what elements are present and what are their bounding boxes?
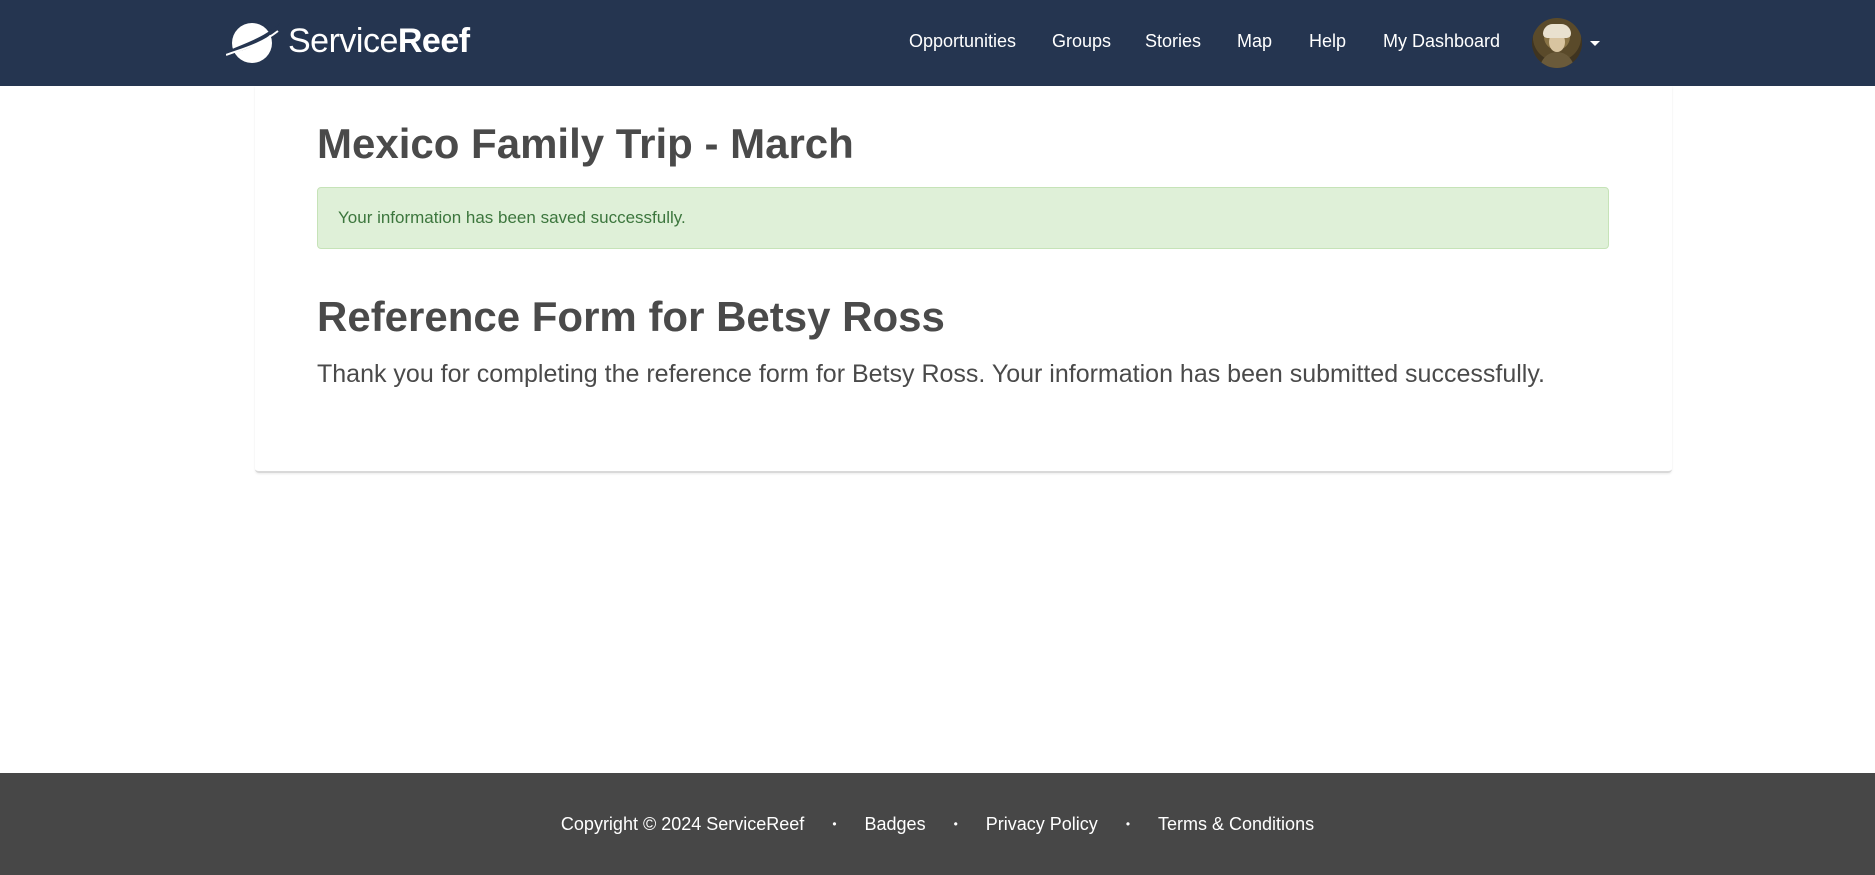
nav-opportunities[interactable]: Opportunities: [909, 31, 1016, 52]
footer-link-terms-conditions[interactable]: Terms & Conditions: [1158, 814, 1314, 835]
nav-groups[interactable]: Groups: [1052, 31, 1111, 52]
footer-link-privacy-policy[interactable]: Privacy Policy: [986, 814, 1098, 835]
page-title: Mexico Family Trip - March: [317, 120, 854, 167]
user-avatar[interactable]: [1532, 18, 1582, 68]
footer-row: Copyright © 2024 ServiceReef • Badges • …: [0, 773, 1875, 875]
footer-separator: •: [953, 817, 958, 831]
nav-help[interactable]: Help: [1309, 31, 1346, 52]
nav-map[interactable]: Map: [1237, 31, 1272, 52]
caret-down-icon[interactable]: [1590, 40, 1600, 46]
nav-stories[interactable]: Stories: [1145, 31, 1201, 52]
form-confirmation-message: Thank you for completing the reference f…: [317, 360, 1545, 388]
footer: Copyright © 2024 ServiceReef • Badges • …: [0, 773, 1875, 875]
user-menu-toggle[interactable]: [1532, 18, 1602, 68]
nav-my-dashboard[interactable]: My Dashboard: [1383, 31, 1500, 52]
footer-copyright: Copyright © 2024 ServiceReef: [560, 813, 805, 834]
success-alert-message: Your information has been saved successf…: [338, 208, 686, 227]
footer-separator: •: [832, 817, 837, 831]
footer-separator: •: [1125, 817, 1131, 831]
success-alert: Your information has been saved successf…: [317, 187, 1609, 249]
top-navbar: ServiceReef Opportunities Groups Stories…: [0, 0, 1875, 86]
footer-link-badges[interactable]: Badges: [865, 814, 926, 835]
form-title: Reference Form for Betsy Ross: [317, 293, 945, 340]
